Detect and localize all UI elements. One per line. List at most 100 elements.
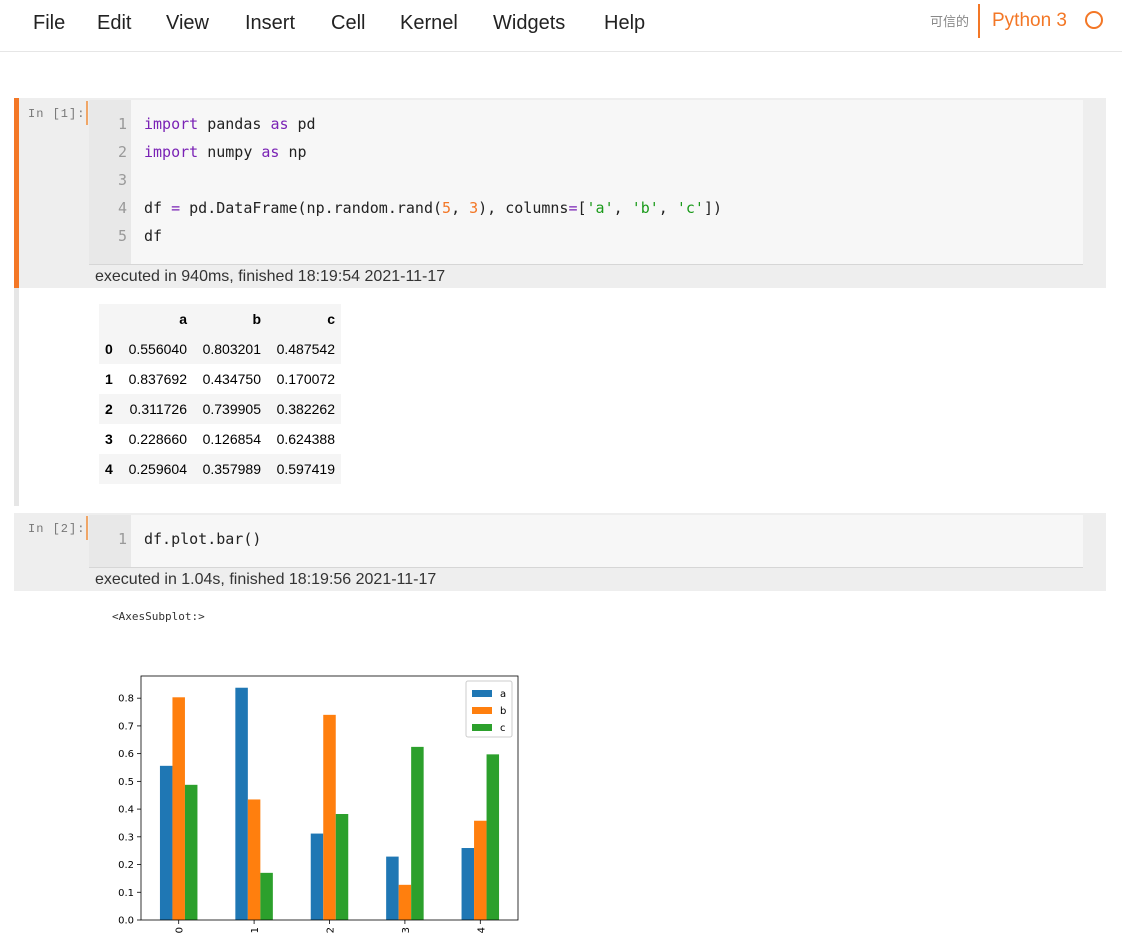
table-header-row: a b c bbox=[99, 304, 341, 334]
line-number: 1 bbox=[117, 530, 127, 548]
menu-widgets[interactable]: Widgets bbox=[493, 12, 565, 35]
cell-2-prompt: In [2]: bbox=[28, 522, 86, 536]
bar-c-3 bbox=[411, 746, 424, 920]
menu-file[interactable]: File bbox=[33, 12, 65, 35]
legend-swatch-a bbox=[472, 690, 492, 697]
x-tick-label: 2 bbox=[326, 927, 337, 933]
column-header: c bbox=[261, 304, 341, 334]
y-tick-label: 0.6 bbox=[118, 749, 134, 760]
cell-2-editor[interactable] bbox=[131, 515, 1083, 567]
bar-b-2 bbox=[323, 714, 336, 920]
bar-c-0 bbox=[184, 784, 198, 920]
bar-a-0 bbox=[159, 765, 173, 920]
row-index: 3 bbox=[105, 431, 113, 447]
bar-b-0 bbox=[172, 697, 185, 920]
code-line-4: df = pd.DataFrame(np.random.rand(5, 3), … bbox=[144, 199, 722, 217]
menu-bar: File Edit View Insert Cell Kernel Widget… bbox=[0, 0, 1122, 52]
cell-1-exec-divider bbox=[89, 264, 1083, 265]
y-tick-label: 0.7 bbox=[118, 721, 134, 732]
y-tick-label: 0.0 bbox=[118, 916, 134, 927]
line-number: 5 bbox=[117, 227, 127, 245]
code-line-2: import numpy as np bbox=[144, 143, 307, 161]
table-cell: 0.837692 bbox=[128, 371, 187, 387]
menu-edit[interactable]: Edit bbox=[97, 12, 131, 35]
trusted-indicator[interactable]: 可信的 bbox=[930, 11, 969, 30]
table-cell: 0.803201 bbox=[202, 341, 261, 357]
table-cell: 0.597419 bbox=[276, 461, 335, 477]
table-cell: 0.487542 bbox=[276, 341, 335, 357]
x-tick-label: 0 bbox=[175, 927, 186, 933]
menu-view[interactable]: View bbox=[166, 12, 209, 35]
legend-swatch-b bbox=[472, 707, 492, 714]
column-header: a bbox=[127, 304, 187, 334]
y-tick-label: 0.3 bbox=[118, 832, 134, 843]
legend-label-a: a bbox=[500, 689, 506, 700]
cell-1-prompt: In [1]: bbox=[28, 107, 86, 121]
menu-kernel[interactable]: Kernel bbox=[400, 12, 458, 35]
kernel-name[interactable]: Python 3 bbox=[992, 10, 1067, 32]
bar-b-4 bbox=[474, 820, 487, 920]
kernel-divider bbox=[978, 4, 980, 38]
table-row: 3 0.228660 0.126854 0.624388 bbox=[99, 424, 341, 454]
table-cell: 0.259604 bbox=[128, 461, 187, 477]
x-tick-label: 3 bbox=[401, 927, 412, 933]
code-line-5: df bbox=[144, 227, 163, 245]
cell-1-exec-info: executed in 940ms, finished 18:19:54 202… bbox=[95, 268, 446, 285]
bar-c-4 bbox=[486, 754, 500, 920]
legend-swatch-c bbox=[472, 724, 492, 731]
table-cell: 0.382262 bbox=[276, 401, 335, 417]
table-cell: 0.228660 bbox=[128, 431, 187, 447]
y-tick-label: 0.1 bbox=[118, 888, 134, 899]
table-row: 2 0.311726 0.739905 0.382262 bbox=[99, 394, 341, 424]
bar-a-3 bbox=[386, 856, 399, 920]
cell-2-exec-divider bbox=[89, 567, 1083, 568]
legend-label-c: c bbox=[500, 723, 506, 734]
menu-cell[interactable]: Cell bbox=[331, 12, 365, 35]
table-cell: 0.126854 bbox=[202, 431, 261, 447]
y-tick-label: 0.2 bbox=[118, 860, 134, 871]
line-number: 1 bbox=[117, 115, 127, 133]
y-tick-label: 0.5 bbox=[118, 777, 134, 788]
table-row: 4 0.259604 0.357989 0.597419 bbox=[99, 454, 341, 484]
table-cell: 0.434750 bbox=[202, 371, 261, 387]
bar-a-2 bbox=[310, 833, 324, 920]
bar-b-3 bbox=[398, 884, 412, 920]
line-number: 3 bbox=[117, 171, 127, 189]
bar-a-1 bbox=[235, 687, 248, 920]
row-index: 0 bbox=[105, 341, 113, 357]
row-index: 2 bbox=[105, 401, 113, 417]
row-index: 4 bbox=[105, 461, 113, 477]
y-axis: 0.0 0.1 0.2 0.3 0.4 0.5 0.6 0.7 0.8 bbox=[118, 694, 141, 927]
bar-c-2 bbox=[335, 814, 349, 920]
table-cell: 0.357989 bbox=[202, 461, 261, 477]
code-line-1: df.plot.bar() bbox=[144, 530, 262, 548]
cell-2-exec-info: executed in 1.04s, finished 18:19:56 202… bbox=[95, 571, 437, 588]
menu-help[interactable]: Help bbox=[604, 12, 645, 35]
output-1-collapse-bar[interactable] bbox=[14, 288, 19, 506]
line-number: 4 bbox=[117, 199, 127, 217]
row-index: 1 bbox=[105, 371, 113, 387]
y-tick-label: 0.8 bbox=[118, 694, 134, 705]
code-line-1: import pandas as pd bbox=[144, 115, 316, 133]
table-cell: 0.170072 bbox=[276, 371, 335, 387]
y-tick-label: 0.4 bbox=[118, 805, 134, 816]
index-header bbox=[99, 304, 127, 334]
menu-insert[interactable]: Insert bbox=[245, 12, 295, 35]
table-cell: 0.556040 bbox=[128, 341, 187, 357]
table-cell: 0.624388 bbox=[276, 431, 335, 447]
output-repr-text: <AxesSubplot:> bbox=[112, 610, 205, 623]
line-number: 2 bbox=[117, 143, 127, 161]
x-tick-label: 1 bbox=[250, 927, 261, 933]
bar-chart: 0.0 0.1 0.2 0.3 0.4 0.5 0.6 0.7 0.8 0 1 2 3 4 abc bbox=[118, 675, 519, 933]
table-cell: 0.311726 bbox=[129, 401, 187, 417]
bar-a-4 bbox=[461, 848, 475, 920]
x-axis: 0 1 2 3 4 bbox=[175, 920, 487, 933]
x-tick-label: 4 bbox=[476, 927, 487, 933]
bar-group bbox=[159, 687, 500, 920]
kernel-status-icon bbox=[1085, 11, 1103, 29]
chart-legend: abc bbox=[465, 680, 513, 738]
table-row: 0 0.556040 0.803201 0.487542 bbox=[99, 334, 341, 364]
column-header: b bbox=[187, 304, 261, 334]
table-cell: 0.739905 bbox=[202, 401, 261, 417]
cell-1-selected-bar bbox=[14, 98, 19, 288]
